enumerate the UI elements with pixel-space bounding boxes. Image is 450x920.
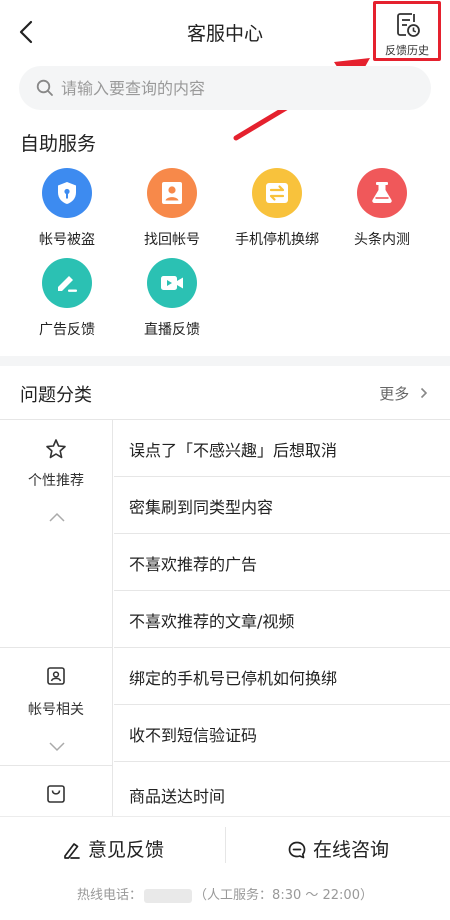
service-phone-rebind[interactable]: 手机停机换绑 [232, 168, 322, 254]
online-consult-label: 在线咨询 [313, 839, 390, 861]
service-label: 帐号被盗 [39, 232, 95, 248]
shield-icon [58, 182, 76, 204]
id-card-icon [47, 667, 65, 685]
service-label: 广告反馈 [39, 322, 95, 338]
hotline-hours: （人工服务：8:30 ～ 22:00） [194, 888, 373, 903]
feedback-history-button[interactable]: 反馈历史 [373, 1, 441, 61]
category-group-name: 个性推荐 [28, 473, 84, 489]
service-ad-feedback[interactable]: 广告反馈 [22, 258, 112, 344]
chevron-up-icon[interactable] [48, 511, 66, 523]
question-item[interactable]: 商品送达时间 [114, 766, 450, 823]
question-text: 密集刷到同类型内容 [129, 498, 274, 517]
hotline-number-redacted [144, 888, 193, 903]
bottom-bar: 意见反馈 在线咨询 热线电话： （人工服务：8:30 ～ 22:00） [0, 816, 450, 920]
service-account-stolen[interactable]: 帐号被盗 [22, 168, 112, 254]
edit-icon [58, 276, 77, 292]
hotline-prefix: 热线电话： [77, 888, 143, 903]
bottom-separator [225, 827, 226, 863]
service-icon-bg [357, 168, 407, 218]
question-item[interactable]: 收不到短信验证码 [114, 705, 450, 762]
search-icon [36, 79, 53, 96]
category-group-account[interactable]: 帐号相关 [0, 648, 113, 766]
category-group-personal[interactable]: 个性推荐 [0, 420, 113, 648]
service-icon-bg [42, 258, 92, 308]
video-icon [161, 276, 183, 290]
more-label: 更多 [379, 385, 410, 403]
feedback-history-label: 反馈历史 [385, 44, 429, 57]
header: 客服中心 反馈历史 [0, 0, 450, 64]
question-text: 收不到短信验证码 [129, 726, 258, 745]
service-label: 直播反馈 [144, 322, 200, 338]
self-service-title: 自助服务 [20, 133, 97, 155]
service-label: 找回帐号 [144, 232, 200, 248]
section-divider [0, 356, 450, 366]
question-item[interactable]: 不喜欢推荐的广告 [114, 534, 450, 591]
swap-icon [266, 183, 288, 203]
chevron-down-icon[interactable] [48, 740, 66, 752]
question-text: 不喜欢推荐的广告 [129, 555, 258, 574]
star-icon [46, 439, 66, 459]
feedback-button[interactable]: 意见反馈 [62, 831, 172, 867]
service-icon-bg [147, 258, 197, 308]
category-header: 问题分类 更多 [0, 366, 450, 420]
pen-icon [64, 843, 80, 859]
more-link[interactable]: 更多 [379, 383, 428, 404]
service-icon-bg [252, 168, 302, 218]
question-text: 误点了「不感兴趣」后想取消 [129, 441, 338, 460]
chevron-right-icon [420, 387, 428, 399]
question-item[interactable]: 不喜欢推荐的文章/视频 [114, 591, 450, 648]
online-consult-button[interactable]: 在线咨询 [287, 831, 397, 867]
question-text: 绑定的手机号已停机如何换绑 [129, 669, 338, 688]
category-group-name: 帐号相关 [28, 702, 84, 718]
service-recover-account[interactable]: 找回帐号 [127, 168, 217, 254]
feedback-label: 意见反馈 [88, 839, 165, 861]
question-text: 商品送达时间 [129, 787, 226, 806]
service-live-feedback[interactable]: 直播反馈 [127, 258, 217, 344]
question-item[interactable]: 绑定的手机号已停机如何换绑 [114, 648, 450, 705]
service-label: 手机停机换绑 [235, 232, 319, 248]
service-label: 头条内测 [354, 232, 410, 248]
hotline-info: 热线电话： （人工服务：8:30 ～ 22:00） [0, 884, 450, 903]
search-bar[interactable] [19, 66, 431, 110]
service-icon-bg [147, 168, 197, 218]
service-beta-test[interactable]: 头条内测 [337, 168, 427, 254]
question-text: 不喜欢推荐的文章/视频 [129, 612, 295, 631]
shopping-bag-icon [47, 785, 65, 803]
flask-icon [372, 182, 392, 203]
search-input[interactable] [61, 66, 411, 110]
question-item[interactable]: 密集刷到同类型内容 [114, 477, 450, 534]
category-title: 问题分类 [20, 385, 92, 406]
service-icon-bg [42, 168, 92, 218]
chat-bubble-icon [288, 841, 306, 859]
person-icon [162, 182, 182, 204]
history-doc-icon [397, 13, 420, 37]
question-item[interactable]: 误点了「不感兴趣」后想取消 [114, 420, 450, 477]
